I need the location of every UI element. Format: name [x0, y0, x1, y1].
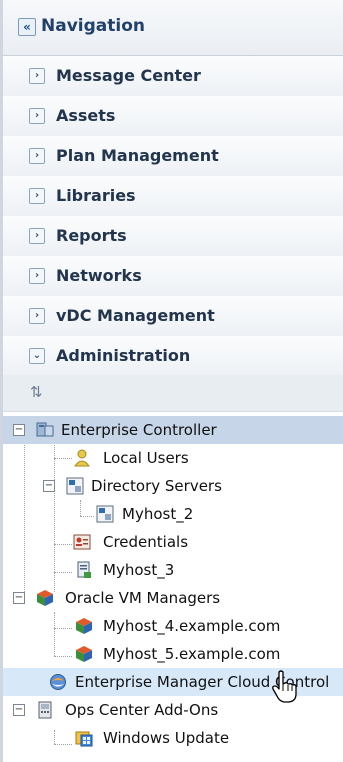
- accordion-assets[interactable]: › Assets: [3, 96, 343, 137]
- tree-node-oracle-vm-managers[interactable]: − Oracle VM Managers: [3, 584, 343, 612]
- accordion-vdc-management[interactable]: › vDC Management: [3, 296, 343, 337]
- tree-node-label: Myhost_2: [122, 505, 194, 523]
- tree-node-credentials[interactable]: Credentials: [3, 528, 343, 556]
- tree-node-label: Local Users: [103, 449, 189, 467]
- vm-manager-icon: [76, 618, 92, 634]
- accordion-administration[interactable]: ⌄ Administration: [3, 336, 343, 377]
- enterprise-controller-icon: [36, 422, 54, 437]
- tree-node-myhost-5[interactable]: Myhost_5.example.com: [3, 640, 343, 668]
- chevron-right-icon[interactable]: ›: [29, 68, 45, 84]
- chevron-right-icon[interactable]: ›: [29, 268, 45, 284]
- administration-tree: − Enterprise Controller Local Users − Di…: [3, 412, 343, 762]
- accordion-label: Networks: [56, 266, 142, 285]
- directory-server-icon: [66, 477, 84, 495]
- accordion-label: Reports: [56, 226, 127, 245]
- cloud-control-icon: [50, 674, 66, 690]
- tree-node-myhost-3[interactable]: Myhost_3: [3, 556, 343, 584]
- vm-manager-icon: [76, 646, 92, 662]
- tree-node-label: Windows Update: [103, 729, 230, 747]
- addon-device-icon: [38, 701, 52, 719]
- chevron-right-icon[interactable]: ›: [29, 308, 45, 324]
- accordion-label: Message Center: [56, 66, 201, 85]
- tree-node-myhost-2[interactable]: Myhost_2: [3, 500, 343, 528]
- tree-node-label: Directory Servers: [91, 477, 222, 495]
- chevron-right-icon[interactable]: ›: [29, 148, 45, 164]
- tree-node-label: Enterprise Controller: [61, 421, 217, 439]
- tree-node-label: Credentials: [103, 533, 189, 551]
- directory-server-icon: [96, 505, 114, 523]
- tree-node-label: Myhost_5.example.com: [103, 645, 281, 663]
- collapse-icon[interactable]: −: [13, 592, 25, 604]
- accordion-label: Libraries: [56, 186, 136, 205]
- accordion-reports[interactable]: › Reports: [3, 216, 343, 257]
- hand-pointer-icon: [272, 670, 297, 703]
- tree-node-label: Oracle VM Managers: [65, 589, 221, 607]
- tree-node-myhost-4[interactable]: Myhost_4.example.com: [3, 612, 343, 640]
- accordion-label: Plan Management: [56, 146, 219, 165]
- accordion-label: Assets: [56, 106, 116, 125]
- chevron-down-icon[interactable]: ⌄: [29, 348, 45, 364]
- accordion-networks[interactable]: › Networks: [3, 256, 343, 297]
- refresh-icon[interactable]: ⇅: [30, 383, 43, 401]
- accordion-libraries[interactable]: › Libraries: [3, 176, 343, 217]
- windows-update-icon: [75, 731, 93, 747]
- collapse-icon[interactable]: −: [43, 480, 55, 492]
- users-icon: [74, 449, 90, 467]
- navigation-header: « Navigation: [3, 0, 343, 56]
- accordion-label: vDC Management: [56, 306, 215, 325]
- accordion-message-center[interactable]: › Message Center: [3, 56, 343, 97]
- tree-node-label: Ops Center Add-Ons: [65, 701, 219, 719]
- accordion-plan-management[interactable]: › Plan Management: [3, 136, 343, 177]
- double-chevron-left-icon[interactable]: «: [18, 18, 36, 36]
- chevron-right-icon[interactable]: ›: [29, 188, 45, 204]
- chevron-right-icon[interactable]: ›: [29, 108, 45, 124]
- collapse-icon[interactable]: −: [13, 424, 25, 436]
- tree-toolbar: ⇅: [3, 375, 343, 412]
- tree-node-local-users[interactable]: Local Users: [3, 444, 343, 472]
- collapse-icon[interactable]: −: [13, 704, 25, 716]
- tree-node-enterprise-controller[interactable]: − Enterprise Controller: [3, 416, 343, 444]
- document-icon: [77, 561, 91, 578]
- tree-node-label: Myhost_4.example.com: [103, 617, 281, 635]
- tree-node-windows-update[interactable]: Windows Update: [3, 724, 343, 752]
- tree-node-label: Myhost_3: [103, 561, 175, 579]
- navigation-title: Navigation: [41, 16, 145, 36]
- credentials-icon: [73, 534, 91, 550]
- chevron-right-icon[interactable]: ›: [29, 228, 45, 244]
- navigation-panel: « Navigation › Message Center › Assets ›…: [0, 0, 343, 762]
- vm-manager-icon: [37, 590, 53, 606]
- accordion-label: Administration: [56, 346, 191, 365]
- tree-node-directory-servers[interactable]: − Directory Servers: [3, 472, 343, 500]
